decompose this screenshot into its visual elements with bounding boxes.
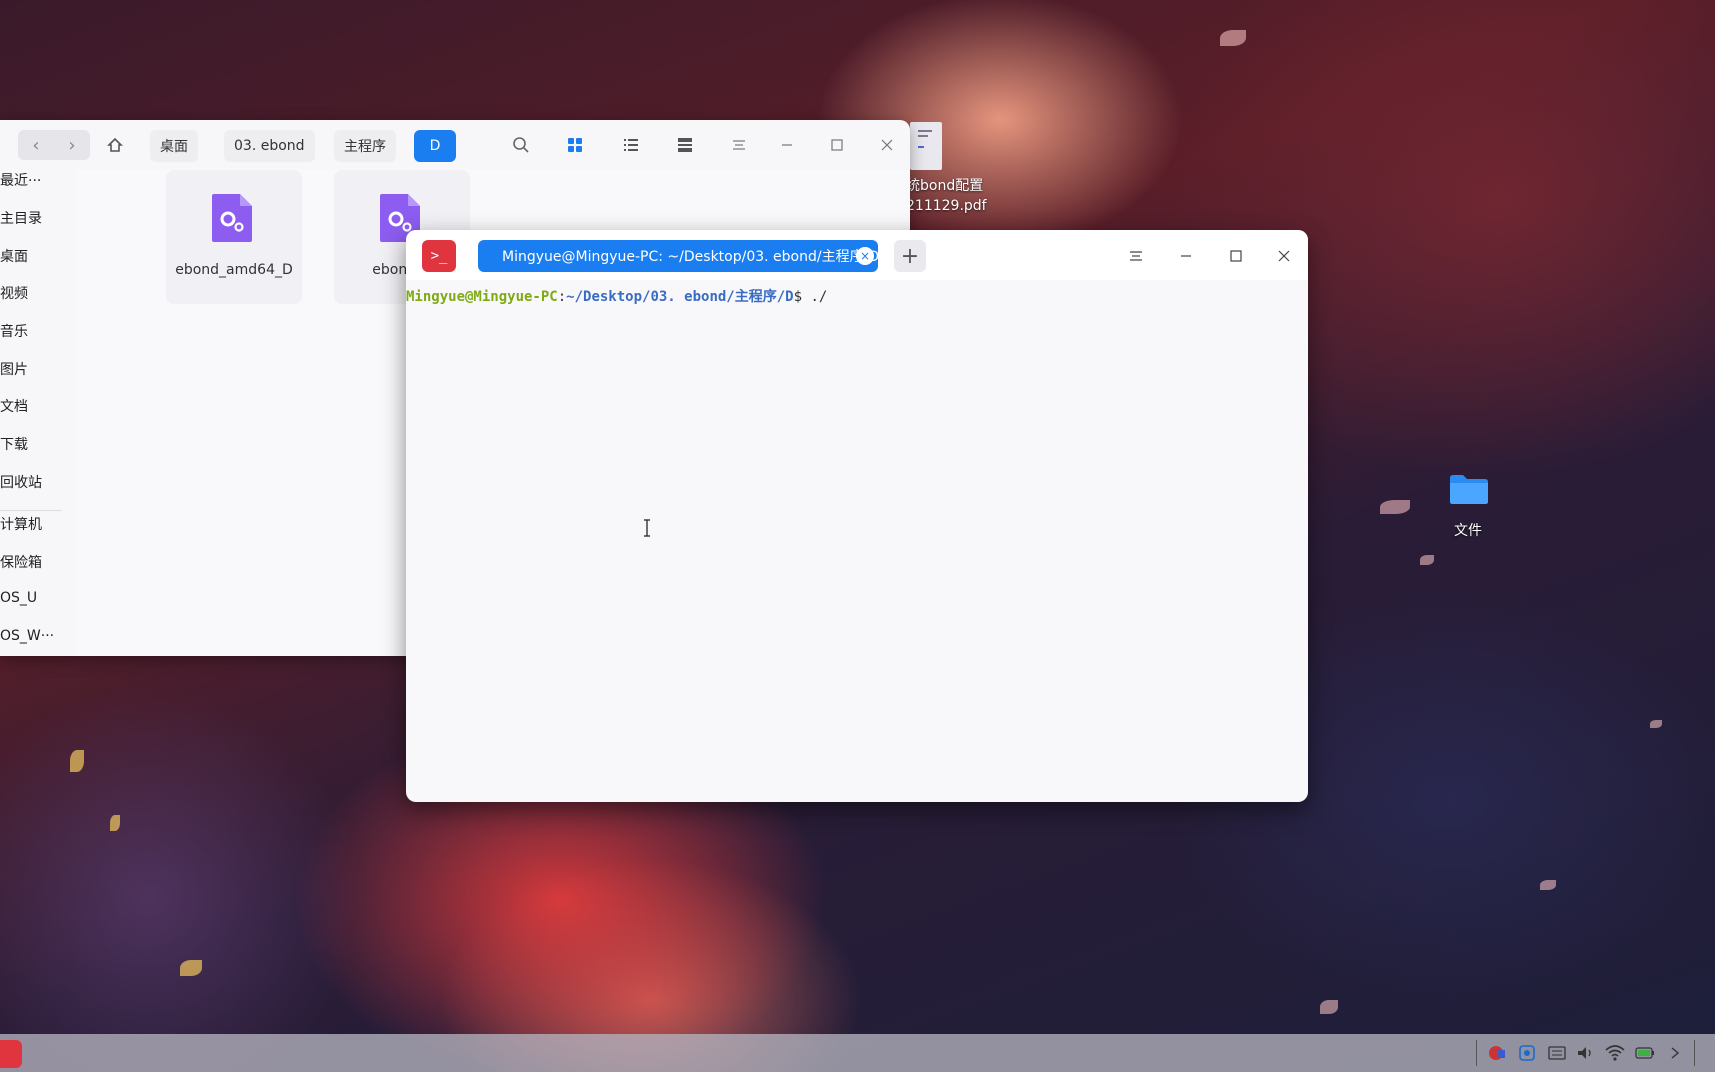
taskbar [0, 1034, 1715, 1072]
prompt-command: $ ./ [793, 289, 828, 305]
breadcrumb-desktop[interactable]: 桌面 [150, 130, 198, 162]
prompt-separator: : [557, 289, 567, 305]
home-icon[interactable] [104, 134, 126, 156]
terminal-titlebar: >_ Mingyue@Mingyue-PC: ~/Desktop/03. ebo… [406, 230, 1308, 280]
terminal-window: >_ Mingyue@Mingyue-PC: ~/Desktop/03. ebo… [406, 230, 1308, 802]
chevron-right-icon[interactable] [1664, 1042, 1686, 1064]
battery-icon[interactable] [1634, 1042, 1656, 1064]
forward-button[interactable]: › [54, 130, 90, 160]
folder-label[interactable]: 文件 [1454, 520, 1482, 540]
close-icon[interactable] [1272, 244, 1296, 268]
sidebar-item-trash[interactable]: 回收站 [0, 472, 42, 492]
pdf-label-line2: 211129.pdf [906, 198, 987, 214]
pdf-label-line1: 统bond配置 [906, 178, 984, 194]
breadcrumb-ebond[interactable]: 03. ebond [224, 130, 315, 162]
sidebar-item-downloads[interactable]: 下载 [0, 434, 28, 454]
file-item[interactable]: ebond_amd64_D [166, 170, 302, 304]
sidebar-divider [0, 510, 62, 511]
sidebar-item-home[interactable]: 主目录 [0, 208, 42, 228]
tab-close-icon[interactable]: × [856, 247, 874, 265]
breadcrumb-d[interactable]: D [414, 130, 456, 162]
prompt-path: ~/Desktop/03. ebond/主程序/D [566, 289, 794, 305]
tray-divider [1694, 1040, 1695, 1066]
pdf-file-label[interactable]: 统bond配置 211129.pdf [906, 176, 987, 216]
menu-icon[interactable] [728, 134, 750, 156]
wifi-icon[interactable] [1604, 1042, 1626, 1064]
sidebar-item-pictures[interactable]: 图片 [0, 359, 28, 379]
sidebar-item-os-w[interactable]: OS_W··· [0, 628, 54, 644]
sidebar-item-recent[interactable]: 最近··· [0, 170, 41, 190]
terminal-output[interactable]: Mingyue@Mingyue-PC:~/Desktop/03. ebond/主… [406, 280, 1308, 802]
file-name: ebond_amd64_D [175, 262, 293, 278]
minimize-icon[interactable] [1174, 244, 1198, 268]
maximize-icon[interactable] [826, 134, 848, 156]
terminal-tab[interactable]: Mingyue@Mingyue-PC: ~/Desktop/03. ebond/… [478, 240, 878, 272]
terminal-app-icon: >_ [422, 240, 456, 272]
chevron-left-icon: ‹ [32, 134, 40, 156]
screenshot-tray-icon[interactable] [1516, 1042, 1538, 1064]
search-icon[interactable] [510, 134, 532, 156]
breadcrumb-main-program[interactable]: 主程序 [334, 130, 396, 162]
tray-divider [1476, 1040, 1477, 1066]
sidebar-item-desktop[interactable]: 桌面 [0, 246, 28, 266]
prompt-user: Mingyue@Mingyue-PC [406, 289, 558, 305]
sidebar-item-music[interactable]: 音乐 [0, 321, 28, 341]
add-tab-button[interactable]: + [894, 240, 926, 272]
sidebar-item-vault[interactable]: 保险箱 [0, 552, 42, 572]
executable-gear-icon [212, 194, 252, 242]
taskbar-terminal-icon[interactable] [0, 1040, 22, 1068]
detail-view-icon[interactable] [674, 134, 696, 156]
maximize-icon[interactable] [1224, 244, 1248, 268]
text-cursor-icon [644, 519, 650, 537]
volume-icon[interactable] [1574, 1042, 1596, 1064]
close-icon[interactable] [876, 134, 898, 156]
pdf-file-icon[interactable] [910, 122, 942, 170]
list-view-icon[interactable] [620, 134, 642, 156]
sidebar: 最近··· 主目录 桌面 视频 音乐 图片 文档 下载 回收站 计算机 保险箱 … [0, 170, 70, 656]
minimize-icon[interactable] [776, 134, 798, 156]
back-button[interactable]: ‹ [18, 130, 54, 160]
tray-app-icon[interactable] [1486, 1042, 1508, 1064]
file-manager-toolbar: ‹ › 桌面 03. ebond 主程序 D [0, 120, 910, 170]
chevron-right-icon: › [68, 134, 76, 156]
terminal-tab-title: Mingyue@Mingyue-PC: ~/Desktop/03. ebond/… [502, 249, 878, 265]
icon-view-icon[interactable] [564, 134, 586, 156]
keyboard-icon[interactable] [1546, 1042, 1568, 1064]
folder-icon[interactable] [1448, 472, 1490, 506]
menu-icon[interactable] [1124, 244, 1148, 268]
sidebar-item-os-u[interactable]: OS_U [0, 590, 37, 606]
sidebar-item-documents[interactable]: 文档 [0, 396, 28, 416]
sidebar-item-videos[interactable]: 视频 [0, 283, 28, 303]
sidebar-item-computer[interactable]: 计算机 [0, 514, 42, 534]
